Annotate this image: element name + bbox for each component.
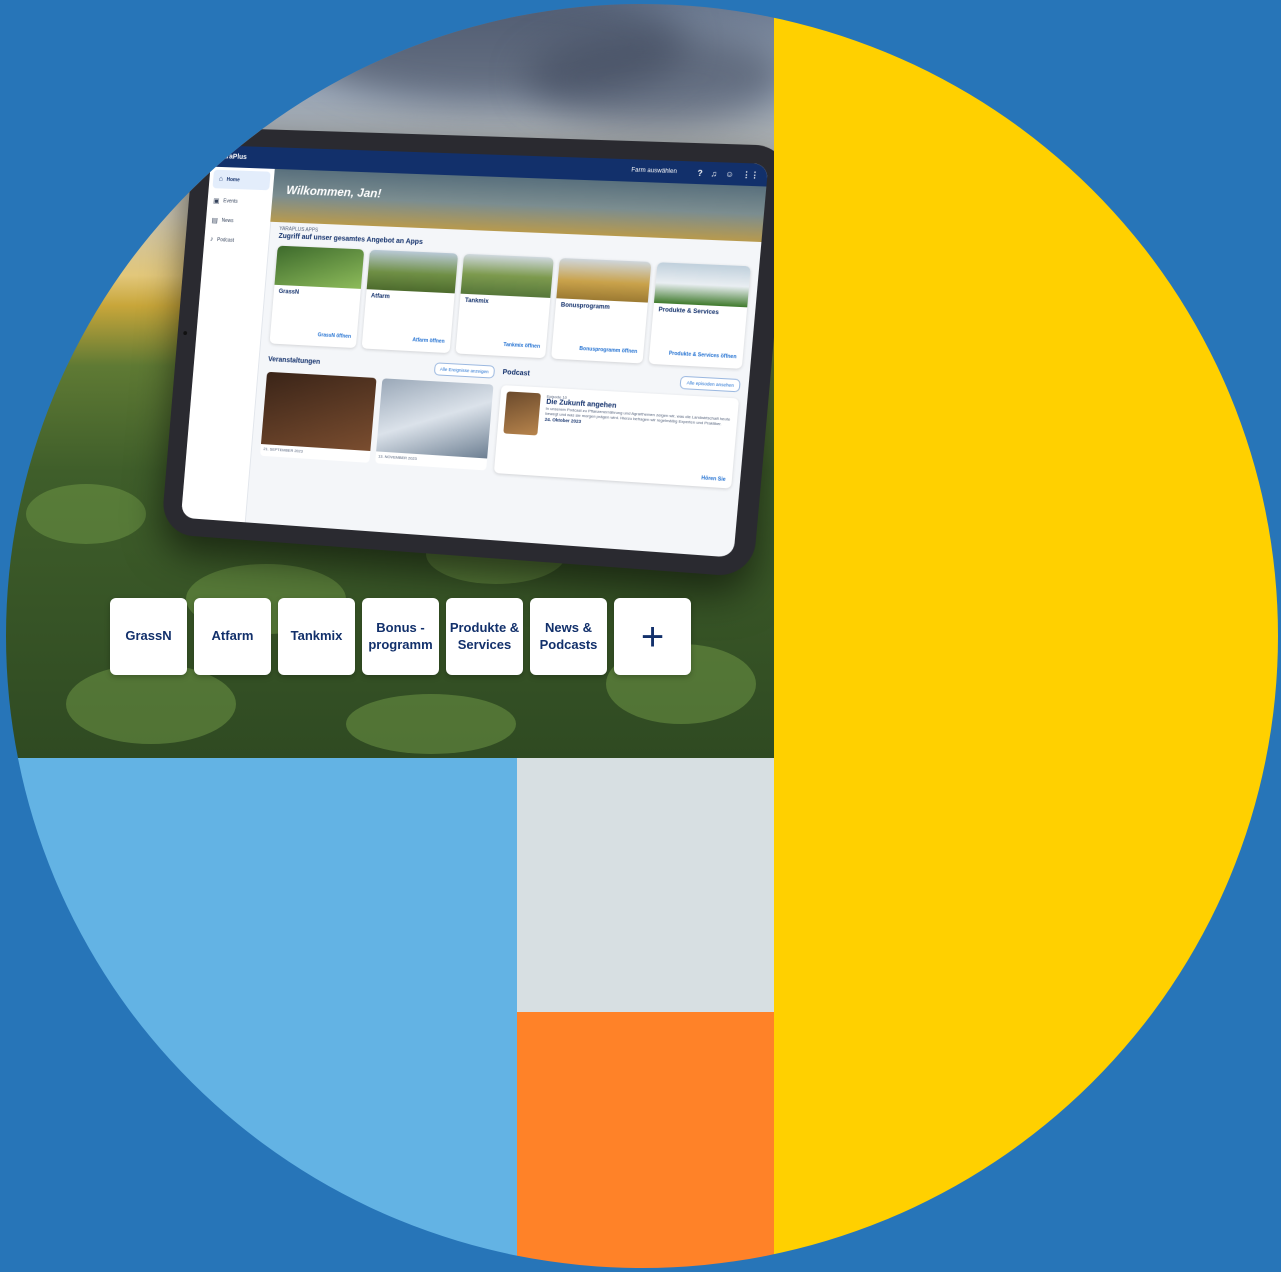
all-events-button[interactable]: Alle Ereignisse anzeigen <box>433 362 495 378</box>
orange-panel <box>517 1012 774 1268</box>
light-blue-panel <box>6 758 517 1268</box>
all-episodes-button[interactable]: Alle episoden ansehen <box>680 376 741 393</box>
user-icon[interactable]: ☺ <box>725 169 734 179</box>
listen-link[interactable]: Hören Sie <box>701 475 726 483</box>
calendar-icon: ▣ <box>213 197 220 205</box>
tile-bonusprogramm[interactable]: Bonus - programm <box>362 598 439 675</box>
app-open-link[interactable]: Produkte & Services öffnen <box>669 351 737 361</box>
events-section: Veranstaltungen Alle Ereignisse anzeigen… <box>260 353 495 472</box>
app-card-produkte-services[interactable]: Produkte & Services Produkte & Services ö… <box>649 262 751 369</box>
bell-icon[interactable]: ♫ <box>710 169 717 178</box>
yellow-panel <box>774 4 1278 1268</box>
event-card[interactable]: 21. SEPTEMBER 2023 <box>260 372 376 463</box>
tile-produkte-services[interactable]: Produkte & Services <box>446 598 523 675</box>
app-card-atfarm[interactable]: Atfarm Atfarm öffnen <box>362 250 459 353</box>
help-icon[interactable]: ? <box>697 168 703 177</box>
podcast-card[interactable]: Episode 10 Die Zukunft angehen In unsere… <box>494 385 739 488</box>
app-open-link[interactable]: Tankmix öffnen <box>503 342 540 350</box>
sidebar-item-home[interactable]: ⌂ Home <box>212 170 270 191</box>
tile-news-podcasts[interactable]: News & Podcasts <box>530 598 607 675</box>
app-tiles-row: GrassN Atfarm Tankmix Bonus - programm P… <box>110 598 691 675</box>
welcome-title: Wilkommen, Jan! <box>286 183 382 200</box>
tile-atfarm[interactable]: Atfarm <box>194 598 271 675</box>
microphone-icon: ♪ <box>210 236 214 243</box>
tablet-mockup: YaraPlus Farm auswählen ? ♫ ☺ ⋮⋮ ⌂ Home ▣… <box>161 127 774 577</box>
app-cards: GrassN GrassN öffnen Atfarm Atfarm öffnen … <box>270 246 751 369</box>
news-icon: ▤ <box>211 216 218 224</box>
sidebar-item-events[interactable]: ▣ Events <box>207 191 273 213</box>
sidebar-item-news[interactable]: ▤ News <box>205 210 271 232</box>
events-title: Veranstaltungen <box>268 356 321 366</box>
brand-logo: YaraPlus <box>219 153 247 161</box>
sidebar-item-podcast[interactable]: ♪ Podcast <box>204 230 270 251</box>
main-content: YARAPLUS APPS Zugriff auf unser gesamtes… <box>254 226 752 557</box>
app-card-tankmix[interactable]: Tankmix Tankmix öffnen <box>455 254 553 358</box>
app-open-link[interactable]: Bonusprogramm öffnen <box>579 346 637 355</box>
app-card-bonusprogramm[interactable]: Bonusprogramm Bonusprogramm öffnen <box>551 258 651 364</box>
event-card[interactable]: 13. NOVEMBER 2023 <box>375 378 494 470</box>
plus-icon[interactable]: + <box>614 598 691 675</box>
tile-grassn[interactable]: GrassN <box>110 598 187 675</box>
app-open-link[interactable]: Atfarm öffnen <box>412 337 445 345</box>
podcast-thumbnail <box>503 391 541 435</box>
app-card-grassn[interactable]: GrassN GrassN öffnen <box>270 246 365 348</box>
apps-grid-icon[interactable]: ⋮⋮ <box>742 170 760 180</box>
grey-panel <box>517 758 774 1012</box>
podcast-section: Podcast Alle episoden ansehen Episode 10… <box>494 366 741 488</box>
farm-selector[interactable]: Farm auswählen <box>631 167 677 175</box>
home-icon: ⌂ <box>219 176 224 183</box>
app-open-link[interactable]: GrassN öffnen <box>317 332 351 340</box>
tablet-screen: YaraPlus Farm auswählen ? ♫ ☺ ⋮⋮ ⌂ Home ▣… <box>181 145 768 557</box>
podcast-title: Podcast <box>502 369 530 378</box>
tile-tankmix[interactable]: Tankmix <box>278 598 355 675</box>
